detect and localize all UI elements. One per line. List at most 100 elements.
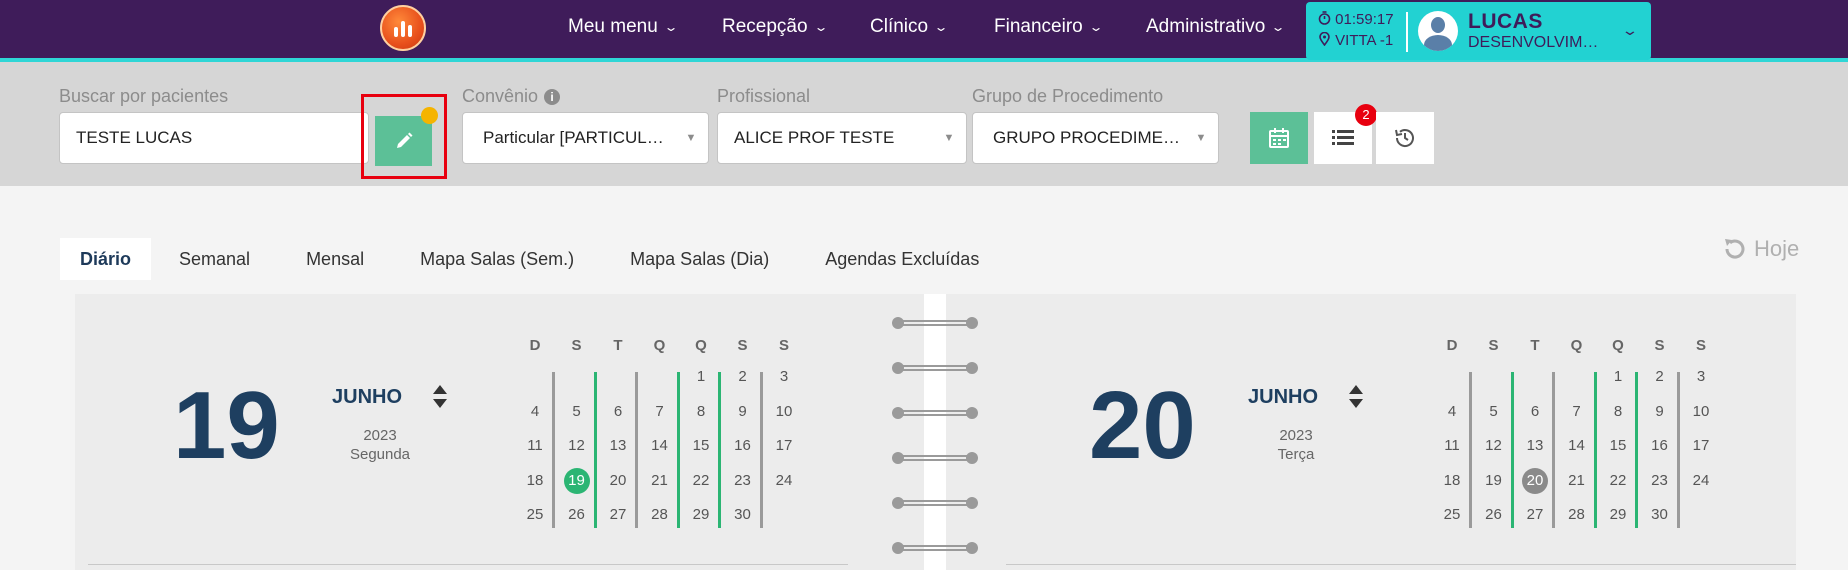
calendar-day[interactable]: 24 [764,466,804,496]
calendar-day[interactable]: 5 [557,397,597,427]
calendar-day[interactable]: 19 [1474,466,1514,496]
month-sort-arrows[interactable] [432,384,448,410]
binder-ring [892,497,978,509]
calendar-day[interactable]: 4 [515,397,555,427]
calendar-day[interactable]: 29 [1598,500,1638,530]
calendar-day[interactable]: 1 [681,362,721,392]
calendar-day[interactable]: 6 [598,397,638,427]
weekday-header: D [529,337,541,354]
calendar-day[interactable]: 3 [764,362,804,392]
calendar-day[interactable]: 22 [681,466,721,496]
weekday-header: Q [695,337,707,354]
profissional-select[interactable]: ALICE PROF TESTE ▼ [717,112,967,164]
calendar-day[interactable]: 11 [1432,431,1472,461]
calendar-day[interactable]: 1 [1598,362,1638,392]
nav-financeiro[interactable]: Financeiro ⌄ [994,0,1103,54]
calendar-day[interactable]: 21 [1557,466,1597,496]
nav-meu-menu[interactable]: Meu menu ⌄ [568,0,678,54]
calendar-day[interactable]: 9 [723,397,763,427]
calendar-day[interactable]: 13 [598,431,638,461]
nav-recepcao[interactable]: Recepção ⌄ [722,0,828,54]
calendar-day[interactable]: 21 [640,466,680,496]
calendar-day[interactable]: 24 [1681,466,1721,496]
calendar-day[interactable]: 17 [764,431,804,461]
calendar-day[interactable]: 26 [1474,500,1514,530]
panel-divider [88,564,848,565]
calendar-day[interactable]: 4 [1432,397,1472,427]
profissional-label: Profissional [717,86,811,106]
calendar-day[interactable]: 12 [1474,431,1514,461]
calendar-day[interactable]: 7 [640,397,680,427]
calendar-day[interactable]: 18 [515,466,555,496]
calendar-day[interactable]: 16 [723,431,763,461]
calendar-day[interactable]: 26 [557,500,597,530]
calendar-day[interactable]: 30 [723,500,763,530]
calendar-day[interactable]: 23 [723,466,763,496]
calendar-day[interactable]: 12 [557,431,597,461]
history-view-button[interactable] [1376,112,1434,164]
calendar-day[interactable]: 30 [1640,500,1680,530]
calendar-day[interactable]: 6 [1515,397,1555,427]
calendar-day[interactable]: 27 [598,500,638,530]
calendar-day[interactable]: 25 [515,500,555,530]
app-logo[interactable] [380,5,426,51]
user-name: LUCAS [1468,10,1543,33]
caret-down-icon: ▼ [943,132,955,144]
calendar-day[interactable]: 25 [1432,500,1472,530]
calendar-day[interactable]: 22 [1598,466,1638,496]
calendar-day[interactable]: 15 [1598,431,1638,461]
map-pin-icon [1319,31,1330,47]
calendar-day[interactable]: 2 [1640,362,1680,392]
weekday-header: S [1488,337,1499,354]
info-icon[interactable]: i [544,89,561,105]
calendar-day[interactable]: 28 [640,500,680,530]
calendar-day[interactable]: 17 [1681,431,1721,461]
tab-mapa-salas-sem[interactable]: Mapa Salas (Sem.) [392,238,602,280]
user-menu[interactable]: 01:59:17 VITTA -1 LUCAS DESENVOLVIMENTO … [1306,2,1651,60]
calendar-day[interactable]: 8 [681,397,721,427]
grupo-select[interactable]: GRUPO PROCEDIMENTO ▼ [972,112,1219,164]
selected-year: 2023 [363,427,397,444]
calendar-day[interactable]: 15 [681,431,721,461]
tab-mensal[interactable]: Mensal [278,238,392,280]
calendar-day[interactable]: 8 [1598,397,1638,427]
calendar-day[interactable]: 29 [681,500,721,530]
tab-diario[interactable]: Diário [60,238,152,280]
today-button[interactable]: Hoje [1722,236,1799,262]
weekday-header: Q [653,337,666,354]
patient-search-value: TESTE LUCAS [76,128,193,147]
view-tabs: Diário Semanal Mensal Mapa Salas (Sem.) … [60,238,1007,280]
calendar-day[interactable]: 9 [1640,397,1680,427]
calendar-day[interactable]: 18 [1432,466,1472,496]
tab-agendas-excluidas[interactable]: Agendas Excluídas [797,238,1007,280]
patient-search-input[interactable]: TESTE LUCAS [59,112,369,164]
calendar-day[interactable]: 5 [1474,397,1514,427]
calendar-day[interactable]: 2 [723,362,763,392]
calendar-day[interactable]: 19 [557,466,597,496]
calendar-day[interactable]: 20 [598,466,638,496]
calendar-view-button[interactable] [1250,112,1308,164]
calendar-day[interactable]: 13 [1515,431,1555,461]
tab-semanal[interactable]: Semanal [151,238,278,280]
convenio-select[interactable]: Particular [PARTICULAR] ▼ [462,112,709,164]
calendar-day[interactable]: 7 [1557,397,1597,427]
nav-administrativo[interactable]: Administrativo ⌄ [1146,0,1286,54]
avatar [1418,11,1458,51]
binder-ring [892,362,978,374]
calendar-day[interactable]: 14 [640,431,680,461]
calendar-day[interactable]: 3 [1681,362,1721,392]
nav-clinico[interactable]: Clínico ⌄ [870,0,949,54]
calendar-day[interactable]: 28 [1557,500,1597,530]
calendar-day[interactable]: 16 [1640,431,1680,461]
tab-mapa-salas-dia[interactable]: Mapa Salas (Dia) [602,238,797,280]
calendar-day[interactable]: 27 [1515,500,1555,530]
edit-patient-button[interactable] [375,116,432,166]
location: VITTA -1 [1318,31,1393,49]
calendar-day[interactable]: 10 [1681,397,1721,427]
calendar-day[interactable]: 10 [764,397,804,427]
calendar-day[interactable]: 20 [1515,466,1555,496]
calendar-day[interactable]: 11 [515,431,555,461]
calendar-day[interactable]: 14 [1557,431,1597,461]
calendar-day[interactable]: 23 [1640,466,1680,496]
month-sort-arrows[interactable] [1348,384,1364,410]
